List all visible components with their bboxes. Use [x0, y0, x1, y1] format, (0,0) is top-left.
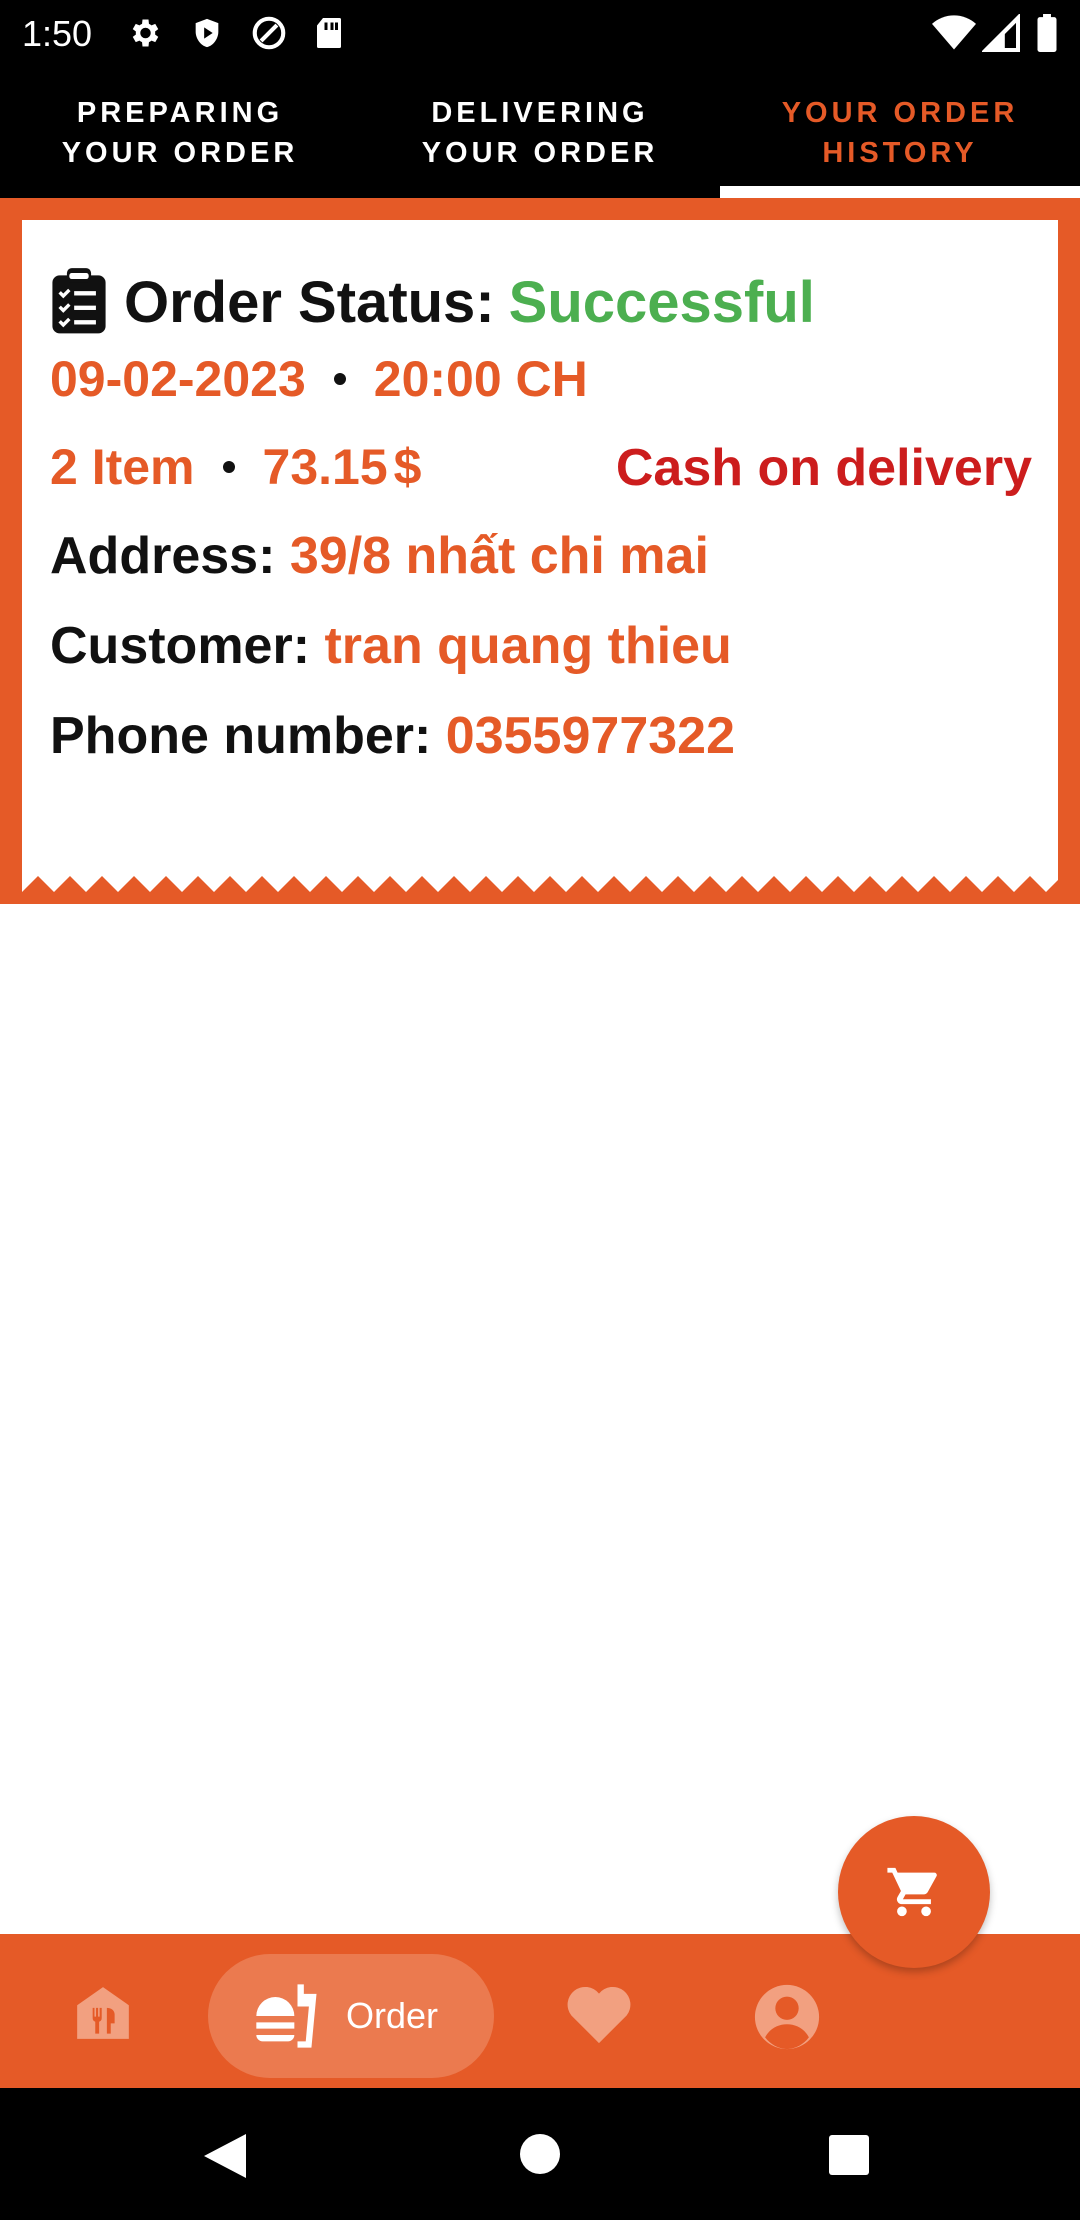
customer-value: tran quang thieu: [324, 617, 732, 675]
nav-order-label: Order: [346, 1995, 439, 2036]
order-history-list: Order Status: Successful 09-02-2023 20:0…: [0, 198, 1080, 904]
clipboard-list-icon: [52, 268, 106, 334]
tab-your-order-history[interactable]: YOUR ORDER HISTORY: [720, 68, 1080, 198]
address-row: Address: 39/8 nhất chi mai: [50, 526, 709, 586]
settings-icon: [132, 19, 159, 47]
separator-dot: [222, 461, 235, 473]
system-navigation-bar: [0, 2088, 1080, 2220]
home-nav-icon[interactable]: [518, 2132, 562, 2176]
fast-food-icon: [256, 1984, 317, 2048]
address-value: 39/8 nhất chi mai: [289, 527, 709, 585]
order-status-value: Successful: [508, 269, 815, 335]
order-items-row: 2 Item 73.15 $: [50, 438, 421, 496]
customer-row: Customer: tran quang thieu: [50, 616, 732, 676]
recents-icon[interactable]: [828, 2134, 870, 2176]
cell-signal-icon: [982, 14, 1020, 52]
favorites-icon[interactable]: [564, 1982, 634, 2046]
at-sign-icon: [252, 16, 286, 50]
order-card[interactable]: Order Status: Successful 09-02-2023 20:0…: [22, 220, 1058, 900]
phone-value: 0355977322: [445, 707, 735, 765]
tab-label: PREPARING YOUR ORDER: [61, 97, 299, 169]
order-status-label: Order Status:: [124, 269, 495, 335]
tab-label: DELIVERING YOUR ORDER: [421, 97, 659, 169]
shield-icon: [195, 18, 219, 48]
order-item-count: 2 Item: [50, 439, 195, 495]
order-status-row: Order Status: Successful: [50, 268, 815, 336]
status-time: 1:50: [22, 13, 93, 54]
wifi-icon: [932, 15, 976, 50]
address-label: Address:: [50, 527, 276, 585]
order-tabs: PREPARING YOUR ORDER DELIVERING YOUR ORD…: [0, 68, 1080, 198]
phone-label: Phone number:: [50, 707, 432, 765]
order-time: 20:00 CH: [373, 351, 588, 407]
back-icon[interactable]: [202, 2132, 248, 2180]
phone-row: Phone number: 0355977322: [50, 706, 735, 766]
tab-label: YOUR ORDER HISTORY: [781, 97, 1019, 169]
receipt-zigzag-edge: [22, 876, 1058, 904]
payment-method: Cash on delivery: [615, 439, 1032, 497]
customer-label: Customer:: [50, 617, 311, 675]
sd-card-icon: [317, 18, 341, 48]
order-price: 73.15: [262, 439, 388, 495]
active-tab-indicator: [720, 186, 1080, 198]
cart-icon: [887, 1867, 937, 1917]
order-currency: $: [393, 439, 422, 495]
tab-preparing-your-order[interactable]: PREPARING YOUR ORDER: [0, 68, 360, 198]
home-icon[interactable]: [72, 1982, 134, 2044]
profile-icon[interactable]: [752, 1982, 822, 2052]
order-date: 09-02-2023: [50, 351, 306, 407]
tab-delivering-your-order[interactable]: DELIVERING YOUR ORDER: [360, 68, 720, 198]
nav-order-button[interactable]: Order: [208, 1954, 494, 2078]
separator-dot: [333, 373, 346, 385]
status-bar: 1:50: [0, 0, 1080, 68]
cart-button[interactable]: [838, 1816, 990, 1968]
order-datetime-row: 09-02-2023 20:00 CH: [50, 350, 588, 408]
battery-icon: [1037, 14, 1057, 52]
